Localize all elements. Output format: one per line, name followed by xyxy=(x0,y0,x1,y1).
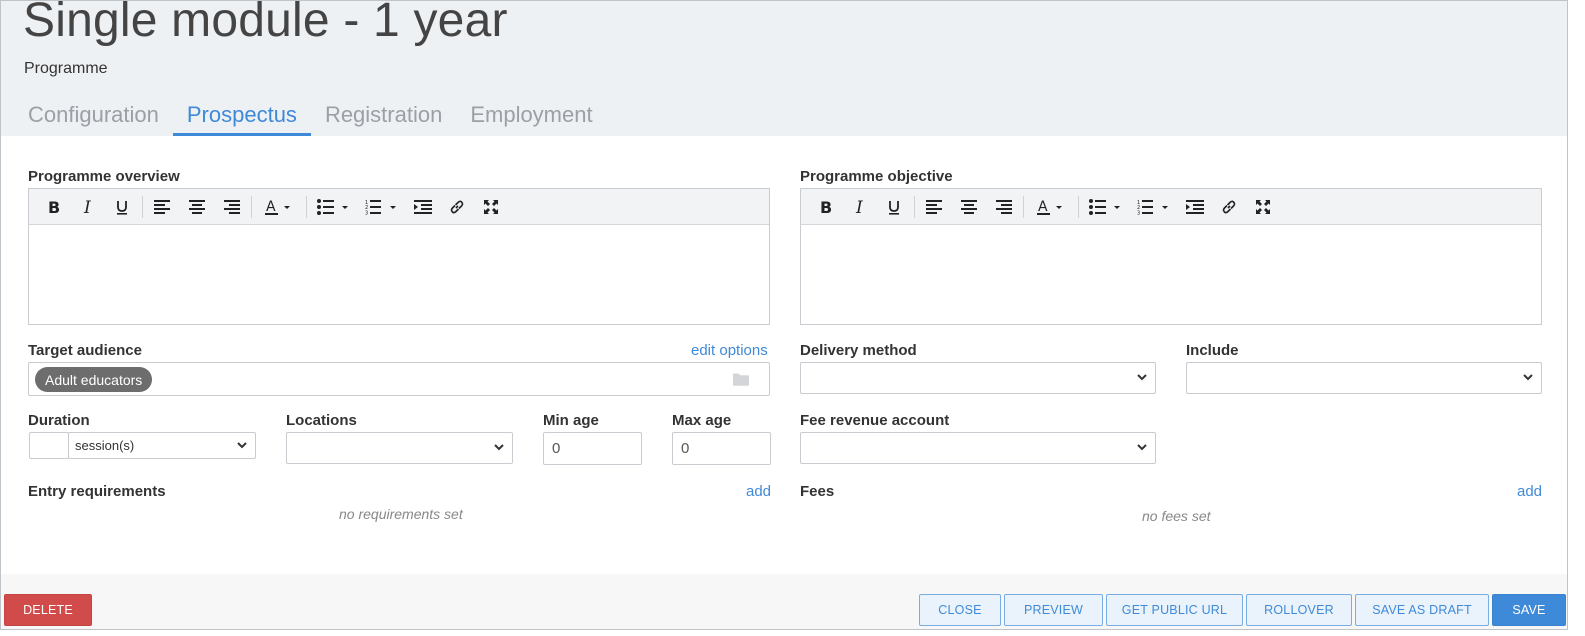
target-audience-label: Target audience xyxy=(28,342,142,359)
svg-text:3: 3 xyxy=(365,210,368,215)
chevron-down-icon xyxy=(1137,374,1147,381)
link-icon[interactable] xyxy=(1212,193,1246,221)
folder-icon[interactable] xyxy=(733,373,749,391)
no-fees-text: no fees set xyxy=(1142,508,1211,524)
duration-label: Duration xyxy=(28,412,90,429)
bullet-list-icon[interactable] xyxy=(1082,193,1130,221)
link-icon[interactable] xyxy=(440,193,474,221)
target-audience-tag[interactable]: Adult educators xyxy=(35,367,153,392)
duration-unit-select[interactable]: session(s) xyxy=(68,432,256,459)
edit-options-link[interactable]: edit options xyxy=(691,342,768,359)
programme-editor-window: Single module - 1 year Programme Configu… xyxy=(0,0,1568,630)
bullet-list-icon[interactable] xyxy=(310,193,358,221)
svg-text:B: B xyxy=(48,199,60,215)
no-requirements-text: no requirements set xyxy=(339,506,463,522)
min-age-input[interactable]: 0 xyxy=(543,432,642,465)
programme-overview-text-area[interactable] xyxy=(29,225,769,323)
align-center-icon[interactable] xyxy=(180,193,214,221)
get-public-url-button[interactable]: GET PUBLIC URL xyxy=(1106,594,1243,626)
min-age-label: Min age xyxy=(543,412,599,429)
align-right-icon[interactable] xyxy=(214,193,248,221)
tab-prospectus[interactable]: Prospectus xyxy=(172,98,311,136)
locations-label: Locations xyxy=(286,412,357,429)
toolbar-separator xyxy=(306,195,307,218)
chevron-down-icon xyxy=(237,441,247,448)
italic-icon[interactable]: I xyxy=(843,193,877,221)
rollover-button[interactable]: ROLLOVER xyxy=(1246,594,1352,626)
page-subtitle: Programme xyxy=(24,60,108,77)
italic-icon[interactable]: I xyxy=(71,193,105,221)
align-center-icon[interactable] xyxy=(952,193,986,221)
action-bar: DELETE CLOSE PREVIEW GET PUBLIC URL ROLL… xyxy=(1,574,1567,629)
delivery-method-select[interactable] xyxy=(800,362,1156,394)
chevron-down-icon xyxy=(1523,374,1533,381)
underline-icon[interactable] xyxy=(105,193,139,221)
svg-text:3: 3 xyxy=(1137,210,1140,215)
numbered-list-icon[interactable]: 123 xyxy=(358,193,406,221)
save-button[interactable]: SAVE xyxy=(1492,594,1566,626)
programme-objective-label: Programme objective xyxy=(800,168,953,185)
chevron-down-icon xyxy=(494,444,504,451)
toolbar-separator xyxy=(914,195,915,218)
entry-requirements-label: Entry requirements xyxy=(28,483,166,500)
include-label: Include xyxy=(1186,342,1239,359)
toolbar-separator xyxy=(251,195,252,218)
add-requirement-link[interactable]: add xyxy=(746,483,771,500)
locations-select[interactable] xyxy=(286,432,513,464)
svg-text:A: A xyxy=(266,199,276,215)
programme-overview-label: Programme overview xyxy=(28,168,180,185)
align-left-icon[interactable] xyxy=(918,193,952,221)
align-left-icon[interactable] xyxy=(146,193,180,221)
save-as-draft-button[interactable]: SAVE AS DRAFT xyxy=(1355,594,1489,626)
duration-input[interactable] xyxy=(29,432,69,459)
text-color-icon[interactable]: A xyxy=(1027,193,1075,221)
fee-revenue-account-select[interactable] xyxy=(800,432,1156,464)
align-right-icon[interactable] xyxy=(986,193,1020,221)
svg-text:I: I xyxy=(855,199,863,215)
svg-text:A: A xyxy=(1038,199,1048,215)
fees-label: Fees xyxy=(800,483,835,500)
objective-toolbar: B I A 123 xyxy=(801,189,1541,225)
close-button[interactable]: CLOSE xyxy=(919,594,1001,626)
toolbar-separator xyxy=(1078,195,1079,218)
page-title: Single module - 1 year xyxy=(23,0,508,47)
tab-bar: Configuration Prospectus Registration Em… xyxy=(14,98,607,136)
bold-icon[interactable]: B xyxy=(809,193,843,221)
svg-text:B: B xyxy=(820,199,832,215)
max-age-input[interactable]: 0 xyxy=(672,432,771,465)
toolbar-separator xyxy=(1023,195,1024,218)
fullscreen-icon[interactable] xyxy=(1246,193,1280,221)
underline-icon[interactable] xyxy=(877,193,911,221)
page-header: Single module - 1 year Programme Configu… xyxy=(1,1,1567,136)
bold-icon[interactable]: B xyxy=(37,193,71,221)
tab-registration[interactable]: Registration xyxy=(311,98,456,136)
delivery-method-label: Delivery method xyxy=(800,342,917,359)
text-color-icon[interactable]: A xyxy=(255,193,303,221)
programme-objective-text-area[interactable] xyxy=(801,225,1541,323)
programme-overview-editor: B I A 123 xyxy=(28,188,770,325)
target-audience-field[interactable]: Adult educators xyxy=(28,362,770,396)
programme-objective-editor: B I A 123 xyxy=(800,188,1542,325)
duration-unit-value: session(s) xyxy=(75,438,135,453)
chevron-down-icon xyxy=(1137,444,1147,451)
preview-button[interactable]: PREVIEW xyxy=(1004,594,1103,626)
max-age-label: Max age xyxy=(672,412,732,429)
indent-icon[interactable] xyxy=(406,193,440,221)
fullscreen-icon[interactable] xyxy=(474,193,508,221)
delete-button[interactable]: DELETE xyxy=(4,594,92,626)
fee-revenue-account-label: Fee revenue account xyxy=(800,412,950,429)
toolbar-separator xyxy=(142,195,143,218)
numbered-list-icon[interactable]: 123 xyxy=(1130,193,1178,221)
tab-configuration[interactable]: Configuration xyxy=(14,98,173,136)
svg-text:I: I xyxy=(83,199,91,215)
add-fee-link[interactable]: add xyxy=(1517,483,1542,500)
overview-toolbar: B I A 123 xyxy=(29,189,769,225)
tab-employment[interactable]: Employment xyxy=(456,98,606,136)
include-select[interactable] xyxy=(1186,362,1542,394)
indent-icon[interactable] xyxy=(1178,193,1212,221)
